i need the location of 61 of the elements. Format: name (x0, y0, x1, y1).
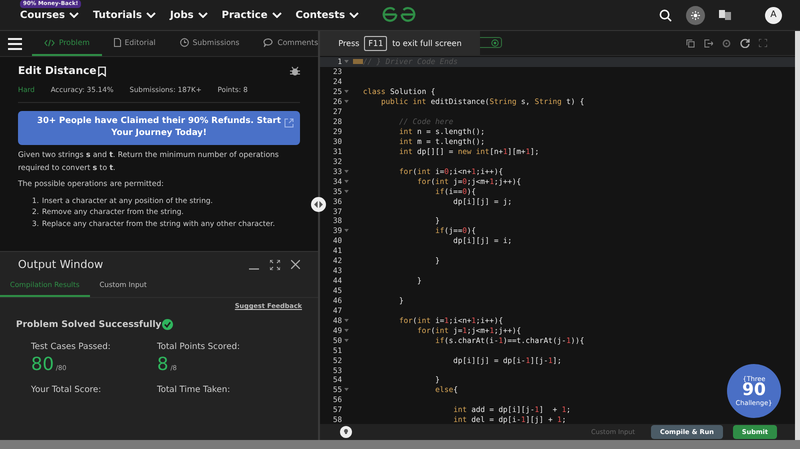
stat-value: 8 (157, 354, 168, 375)
banner-text: 30+ People have Claimed their 90% Refunds. Start Your Journey Today! (37, 116, 281, 138)
stat-label: Test Cases Passed: (31, 342, 112, 352)
logo-icon[interactable] (381, 6, 417, 23)
reload-icon[interactable] (740, 38, 750, 48)
chevron-down-icon (68, 12, 79, 18)
check-icon (162, 319, 174, 330)
nav-menu-item[interactable]: Courses (20, 10, 79, 20)
keyboard-key: F11 (364, 36, 388, 50)
stat-value: 80 (31, 354, 54, 375)
theme-toggle-button[interactable] (686, 6, 705, 24)
copy-icon[interactable] (686, 38, 695, 48)
nav-menu-item[interactable]: Tutorials (92, 10, 156, 20)
left-right-arrows-icon (314, 201, 323, 208)
nav-menu-item[interactable]: Practice (222, 10, 282, 20)
code-icon (44, 38, 55, 46)
clock-icon (180, 38, 189, 47)
document-icon (114, 38, 121, 47)
bookmark-icon[interactable] (98, 66, 106, 76)
chevron-down-icon (198, 12, 208, 18)
stat-label: Your Total Score: (31, 385, 102, 395)
nav-menu-item[interactable]: Jobs (170, 10, 208, 20)
bug-icon[interactable] (290, 66, 300, 76)
fold-arrow-icon[interactable] (344, 318, 349, 322)
refund-banner[interactable]: 30+ People have Claimed their 90% Refunds. Start Your Journey Today! (18, 111, 300, 145)
close-icon[interactable] (291, 260, 300, 269)
fold-arrow-icon[interactable] (344, 60, 349, 64)
export-icon[interactable] (704, 38, 713, 48)
expand-icon[interactable] (270, 260, 280, 270)
result-status: Problem Solved Successfully (16, 320, 162, 330)
chevron-down-icon (349, 12, 360, 18)
fold-arrow-icon[interactable] (344, 170, 349, 173)
chevron-down-icon (272, 12, 282, 18)
fold-arrow-icon[interactable] (344, 229, 349, 232)
target-icon (491, 38, 499, 46)
external-link-icon (284, 118, 294, 128)
notice-text: to exit full screen (392, 38, 462, 48)
fold-arrow-icon[interactable] (344, 100, 349, 104)
lightbulb-icon[interactable] (340, 426, 352, 438)
menu-icon[interactable] (8, 38, 22, 50)
fold-arrow-icon[interactable] (344, 328, 349, 332)
fold-marker-icon[interactable] (353, 59, 363, 64)
user-avatar[interactable]: A (765, 6, 782, 24)
settings-icon[interactable] (722, 38, 731, 48)
fullscreen-icon[interactable] (759, 39, 767, 47)
stat-label: Total Time Taken: (157, 385, 232, 395)
fold-arrow-icon[interactable] (344, 388, 349, 392)
notice-text: Press (338, 38, 360, 48)
chat-bubble-icon (263, 38, 274, 47)
problem-title: Edit Distance (18, 65, 96, 77)
fold-arrow-icon[interactable] (344, 90, 349, 94)
badge-number: 90 (742, 382, 766, 400)
fold-arrow-icon[interactable] (344, 180, 349, 183)
nav-menu-item[interactable]: Contests (296, 10, 360, 20)
fold-arrow-icon[interactable] (344, 190, 349, 193)
fold-arrow-icon[interactable] (344, 338, 349, 342)
stat-label: Total Points Scored: (157, 342, 241, 352)
search-icon[interactable] (659, 8, 672, 22)
output-window-title: Output Window (18, 258, 104, 271)
chevron-down-icon (146, 12, 156, 18)
sun-icon (691, 10, 700, 20)
